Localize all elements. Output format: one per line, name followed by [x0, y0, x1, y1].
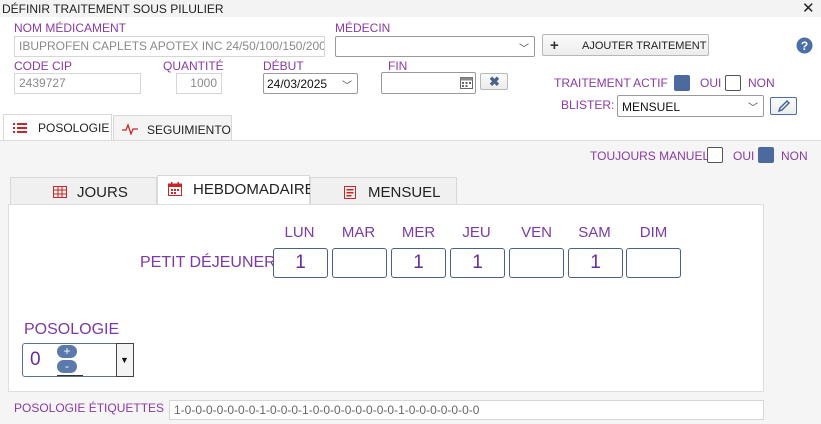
day-label-dim: DIM — [639, 224, 668, 241]
tab-posologie[interactable]: POSOLOGIE — [3, 114, 112, 141]
traitement-actif-non: NON — [748, 76, 775, 90]
fin-label: FIN — [388, 59, 408, 73]
window-title: DÉFINIR TRAITEMENT SOUS PILULIER — [2, 2, 224, 16]
subtab-jours[interactable]: JOURS — [10, 177, 157, 205]
code-cip-field[interactable]: 2439727 — [14, 73, 141, 94]
debut-value: 24/03/2025 — [267, 77, 328, 91]
posologie-etiquettes-label: POSOLOGIE ÉTIQUETTES — [14, 401, 165, 415]
ajouter-traitement-label: AJOUTER TRAITEMENT — [582, 40, 707, 52]
dose-input-mer[interactable]: 1 — [391, 248, 446, 278]
medecin-select[interactable]: ﹀ — [335, 36, 535, 57]
ajouter-traitement-button[interactable]: + AJOUTER TRAITEMENT — [542, 34, 709, 56]
day-label-sam: SAM — [578, 224, 611, 241]
dose-input-lun[interactable]: 1 — [273, 248, 328, 278]
calendar-icon[interactable] — [460, 76, 473, 89]
quantite-field[interactable]: 1000 — [176, 73, 222, 94]
spinner-underline — [57, 375, 83, 376]
posologie-value: 0 — [30, 349, 41, 370]
code-cip-label: CODE CIP — [14, 59, 73, 73]
increment-button[interactable]: + — [57, 345, 77, 358]
tab-seguimiento-label: SEGUIMIENTO — [147, 123, 231, 137]
petit-dejeuner-label: PETIT DÉJEUNER — [140, 254, 276, 271]
chevron-down-icon: ﹀ — [519, 44, 529, 55]
posologie-dropdown-button[interactable]: ▼ — [116, 343, 134, 377]
posologie-etiquettes-field[interactable]: 1-0-0-0-0-0-0-0-1-0-0-0-1-0-0-0-0-0-0-0-… — [169, 400, 764, 420]
subtab-hebdomadaire-label: HEBDOMADAIRE — [193, 181, 315, 198]
close-icon[interactable]: ✕ — [802, 0, 815, 17]
traitement-actif-oui: OUI — [700, 76, 722, 90]
debut-date-picker[interactable]: 24/03/2025 ﹀ — [263, 73, 358, 94]
chevron-down-icon: ﹀ — [342, 81, 352, 92]
blister-select[interactable]: MENSUEL ﹀ — [617, 95, 764, 117]
help-icon[interactable]: ? — [796, 37, 813, 54]
tab-posologie-label: POSOLOGIE — [38, 121, 110, 135]
svg-text:?: ? — [801, 39, 808, 53]
blister-label: BLISTER: — [561, 98, 615, 112]
day-label-mar: MAR — [341, 224, 376, 241]
blister-value: MENSUEL — [622, 100, 681, 114]
toujours-manuel-label: TOUJOURS MANUEL — [590, 149, 710, 163]
pulse-icon — [122, 123, 138, 135]
traitement-actif-label: TRAITEMENT ACTIF — [554, 76, 668, 90]
subtab-jours-label: JOURS — [77, 184, 128, 201]
toujours-manuel-oui: OUI — [733, 149, 755, 163]
day-label-lun: LUN — [284, 224, 315, 241]
traitement-actif-checkbox[interactable] — [674, 75, 690, 91]
chevron-down-icon: ﹀ — [748, 103, 758, 114]
chevron-down-icon: ▼ — [120, 355, 129, 365]
day-label-mer: MER — [401, 224, 436, 241]
nom-medicament-label: NOM MÉDICAMENT — [14, 21, 126, 35]
list-icon — [13, 122, 27, 134]
edit-icon — [777, 99, 791, 113]
medecin-label: MÉDECIN — [335, 21, 391, 35]
subtab-mensuel-label: MENSUEL — [368, 184, 441, 201]
quantite-label: QUANTITÉ — [163, 59, 224, 73]
dose-input-jeu[interactable]: 1 — [450, 248, 505, 278]
edit-blister-button[interactable] — [770, 97, 797, 115]
plus-icon: + — [550, 37, 559, 54]
posologie-label: POSOLOGIE — [24, 321, 120, 338]
subtab-mensuel[interactable]: MENSUEL — [310, 177, 457, 205]
calendar-week-icon — [168, 182, 182, 196]
debut-label: DÉBUT — [263, 59, 304, 73]
subtab-hebdomadaire[interactable]: HEBDOMADAIRE — [157, 175, 315, 205]
dose-input-ven[interactable] — [509, 248, 564, 278]
day-label-jeu: JEU — [462, 224, 491, 241]
traitement-actif-non-checkbox[interactable] — [725, 75, 741, 91]
day-label-ven: VEN — [521, 224, 552, 241]
tab-seguimiento[interactable]: SEGUIMIENTO — [113, 115, 232, 142]
toujours-manuel-oui-checkbox[interactable] — [707, 147, 723, 163]
dose-input-sam[interactable]: 1 — [568, 248, 623, 278]
nom-medicament-field[interactable]: IBUPROFEN CAPLETS APOTEX INC 24/50/100/1… — [14, 36, 325, 57]
toujours-manuel-non: NON — [781, 149, 808, 163]
decrement-button[interactable]: - — [57, 360, 77, 373]
dose-input-mar[interactable] — [332, 248, 387, 278]
clear-icon: ✖ — [489, 74, 500, 89]
dose-input-dim[interactable] — [626, 248, 681, 278]
grid-icon — [53, 186, 67, 198]
clear-fin-button[interactable]: ✖ — [480, 73, 508, 90]
toujours-manuel-non-checkbox[interactable] — [758, 147, 774, 163]
fin-date-field[interactable] — [381, 72, 476, 94]
calendar-month-icon — [344, 186, 356, 199]
